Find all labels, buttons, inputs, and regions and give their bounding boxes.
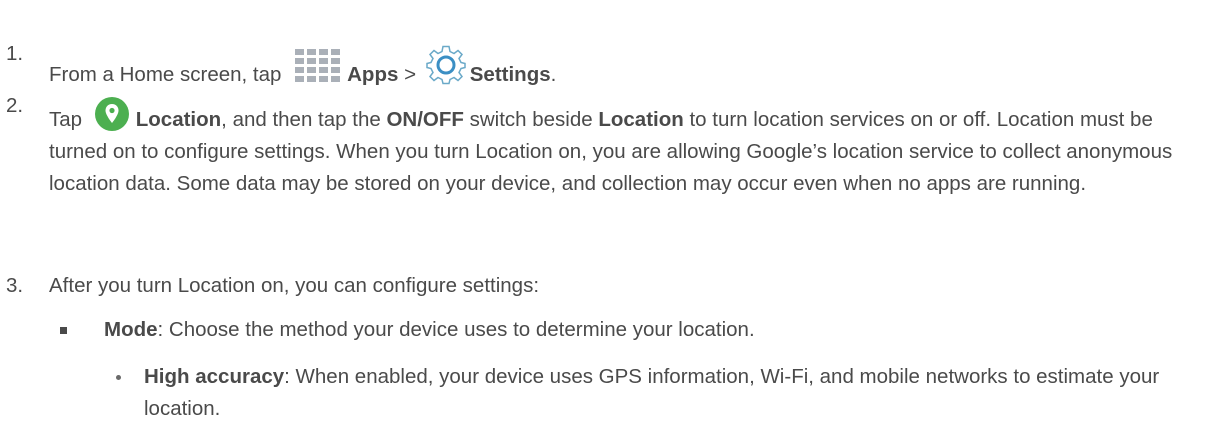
onoff-label: ON/OFF [386, 108, 464, 131]
sub-bullet-label: High accuracy [144, 365, 285, 388]
bullet-description: : Choose the method your device uses to … [157, 318, 755, 341]
step-text: Tap Location, and then tap the ON/OFF sw… [49, 82, 1180, 200]
step-number: 2. [6, 94, 24, 117]
step-2-text-lead: Tap [49, 108, 88, 131]
step-3: 3. After you turn Location on, you can c… [0, 270, 539, 302]
location-label-2: Location [598, 108, 684, 131]
location-label: Location [135, 108, 222, 131]
step-2-text-mid2: switch beside [463, 108, 599, 131]
sub-bullet-text: High accuracy: When enabled, your device… [144, 361, 1196, 425]
step-1: 1. From a Home screen, tap Apps > Settin… [0, 0, 556, 88]
dot-bullet-icon [116, 375, 121, 380]
bullet-text: Mode: Choose the method your device uses… [104, 314, 755, 346]
step-text: After you turn Location on, you can conf… [49, 274, 540, 297]
step-text: From a Home screen, tap Apps > Settings. [49, 0, 556, 88]
step-number: 3. [6, 274, 24, 297]
square-bullet-icon [60, 327, 67, 334]
bullet-label: Mode [104, 318, 158, 341]
step-number: 1. [6, 42, 24, 65]
list-item: Mode: Choose the method your device uses… [60, 314, 755, 346]
list-item: High accuracy: When enabled, your device… [116, 361, 1196, 425]
step-2: 2. Tap Location, and then tap the ON/OFF… [0, 82, 1180, 200]
step-2-text-mid: , and then tap the [221, 108, 387, 131]
sub-bullet-description: : When enabled, your device uses GPS inf… [144, 365, 1160, 420]
location-pin-icon [94, 96, 130, 142]
